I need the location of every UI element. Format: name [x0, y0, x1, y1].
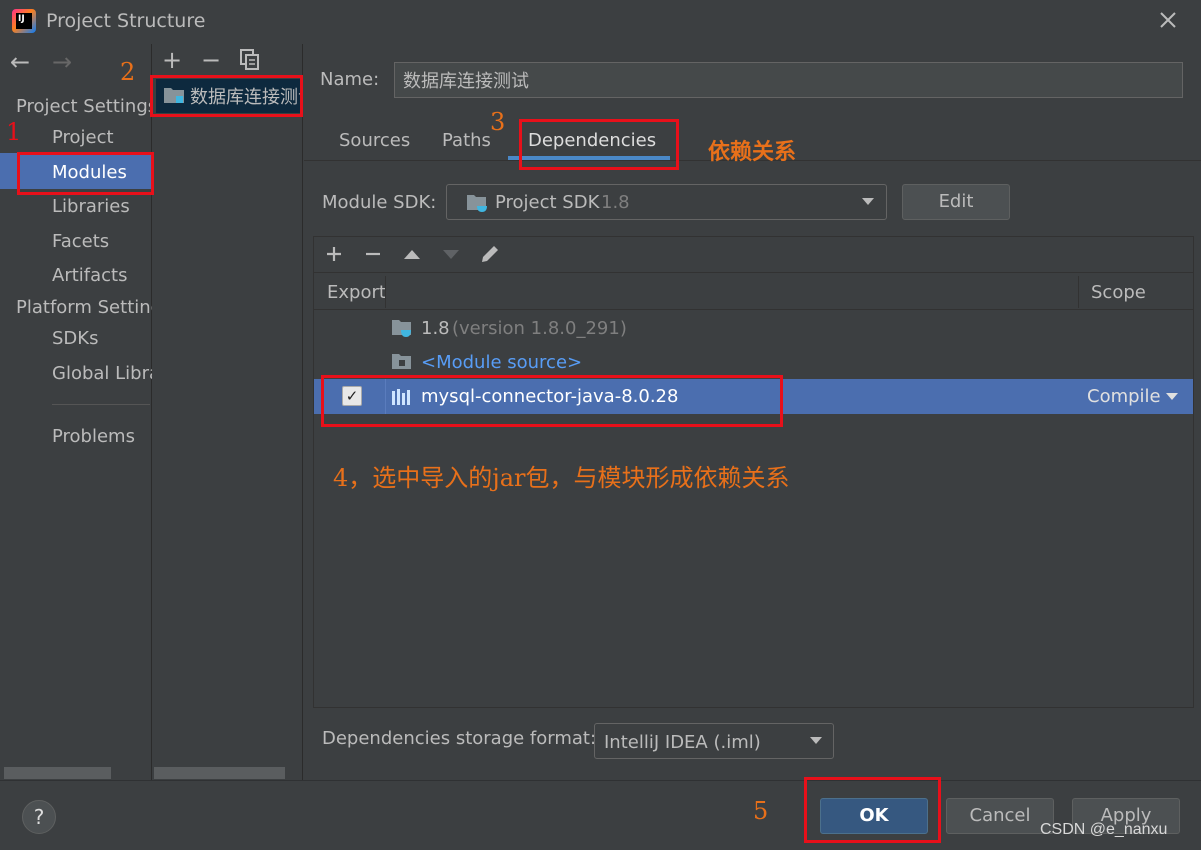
- column-header-scope[interactable]: Scope: [1091, 282, 1146, 303]
- horizontal-scrollbar[interactable]: [154, 767, 285, 779]
- column-divider[interactable]: [385, 276, 386, 308]
- remove-module-button[interactable]: −: [201, 48, 221, 72]
- dependencies-table-header: [314, 274, 1193, 310]
- chevron-down-icon[interactable]: [1166, 393, 1178, 400]
- dependency-name[interactable]: 1.8: [421, 318, 450, 339]
- module-sdk-label: Module SDK:: [322, 192, 437, 213]
- dependency-version: (version 1.8.0_291): [452, 318, 627, 339]
- remove-icon[interactable]: [363, 244, 383, 264]
- annotation-number: 5: [753, 797, 769, 825]
- annotation-number: 3: [490, 108, 506, 136]
- intellij-logo-icon: IJ: [12, 9, 36, 33]
- divider: [52, 404, 150, 405]
- cancel-button[interactable]: Cancel: [946, 798, 1054, 834]
- add-icon[interactable]: [324, 244, 344, 264]
- annotation-note: 依赖关系: [708, 139, 797, 165]
- scope-dropdown[interactable]: Compile: [1087, 386, 1161, 407]
- sdk-folder-icon: [467, 195, 487, 212]
- annotation-note: 4，选中导入的jar包，与模块形成依赖关系: [333, 464, 790, 492]
- watermark: CSDN @e_nanxu: [1040, 821, 1168, 838]
- annotation-number: 2: [120, 58, 136, 86]
- annotation-box-modules: [17, 152, 154, 195]
- dependency-name[interactable]: <Module source>: [421, 352, 582, 373]
- copy-icon[interactable]: [240, 49, 260, 71]
- annotation-box-dependencies-tab: [519, 119, 679, 170]
- module-source-folder-icon: [392, 354, 411, 369]
- forward-arrow-icon[interactable]: →: [52, 48, 72, 76]
- move-down-icon[interactable]: [441, 248, 461, 262]
- annotation-number: 1: [6, 118, 22, 146]
- project-settings-header: Project Settings: [16, 96, 152, 117]
- module-sdk-value: Project SDK: [495, 192, 600, 213]
- tab-paths[interactable]: Paths: [442, 130, 491, 151]
- annotation-box-module: [150, 75, 303, 117]
- tab-sources[interactable]: Sources: [339, 130, 410, 151]
- column-divider[interactable]: [1078, 276, 1079, 308]
- annotation-box-ok: [804, 777, 941, 843]
- horizontal-scrollbar[interactable]: [4, 767, 111, 779]
- divider: [0, 780, 1201, 781]
- sidebar-item-facets[interactable]: Facets: [52, 231, 152, 252]
- window-title: Project Structure: [46, 10, 206, 32]
- column-header-export[interactable]: Export: [327, 282, 386, 303]
- sidebar-item-artifacts[interactable]: Artifacts: [52, 265, 152, 286]
- sidebar-item-project[interactable]: Project: [52, 127, 152, 148]
- annotation-box-jar: [321, 375, 783, 427]
- close-icon[interactable]: [1156, 8, 1180, 32]
- sidebar-item-problems[interactable]: Problems: [52, 426, 152, 447]
- module-name-field[interactable]: [394, 62, 1183, 98]
- chevron-down-icon[interactable]: [810, 737, 822, 744]
- pencil-icon[interactable]: [479, 243, 501, 265]
- add-module-button[interactable]: +: [162, 48, 182, 72]
- help-button[interactable]: ?: [22, 800, 56, 834]
- platform-settings-header: Platform Settings: [16, 297, 152, 318]
- move-up-icon[interactable]: [402, 247, 422, 261]
- back-arrow-icon[interactable]: ←: [10, 48, 30, 76]
- jdk-folder-icon: [392, 320, 411, 337]
- edit-sdk-button[interactable]: Edit: [902, 184, 1010, 220]
- chevron-down-icon[interactable]: [862, 198, 874, 205]
- module-sdk-version: 1.8: [601, 192, 630, 213]
- storage-format-value: IntelliJ IDEA (.iml): [604, 732, 761, 753]
- storage-format-label: Dependencies storage format:: [322, 728, 597, 749]
- name-label: Name:: [320, 69, 380, 90]
- sidebar-item-libraries[interactable]: Libraries: [52, 196, 152, 217]
- module-list-panel: [153, 44, 303, 780]
- sidebar-item-global-libraries[interactable]: Global Libraries: [52, 363, 152, 384]
- sidebar-item-sdks[interactable]: SDKs: [52, 328, 152, 349]
